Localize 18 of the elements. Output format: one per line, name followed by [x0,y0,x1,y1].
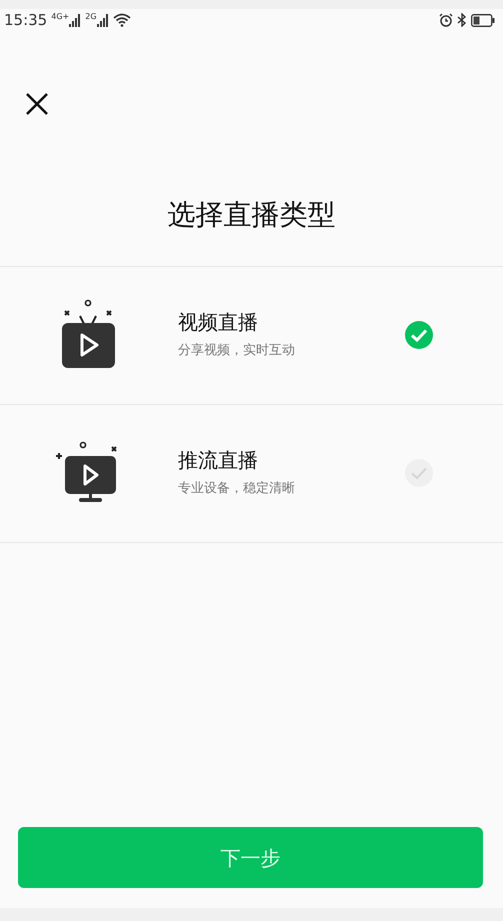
close-button[interactable] [24,91,50,117]
option-description: 专业设备，稳定清晰 [178,480,296,498]
network-type: 4G+ [51,13,70,21]
option-name: 视频直播 [178,309,259,336]
page-title: 选择直播类型 [166,198,336,232]
status-time: 15:35 [4,10,48,31]
live-type-option[interactable]: 推流直播 专业设备，稳定清晰 [0,404,503,543]
alarm-icon [439,13,453,27]
option-name: 推流直播 [178,447,259,474]
wifi-icon [112,13,131,27]
bluetooth-icon [457,13,467,27]
option-description: 分享视频，实时互动 [178,342,296,360]
live-type-option[interactable]: 视频直播 分享视频，实时互动 [0,266,503,405]
signal-icon [69,13,82,27]
close-icon [24,91,50,117]
battery-icon [471,14,495,26]
network-type: 2G [85,13,97,21]
signal-icon [96,13,109,27]
